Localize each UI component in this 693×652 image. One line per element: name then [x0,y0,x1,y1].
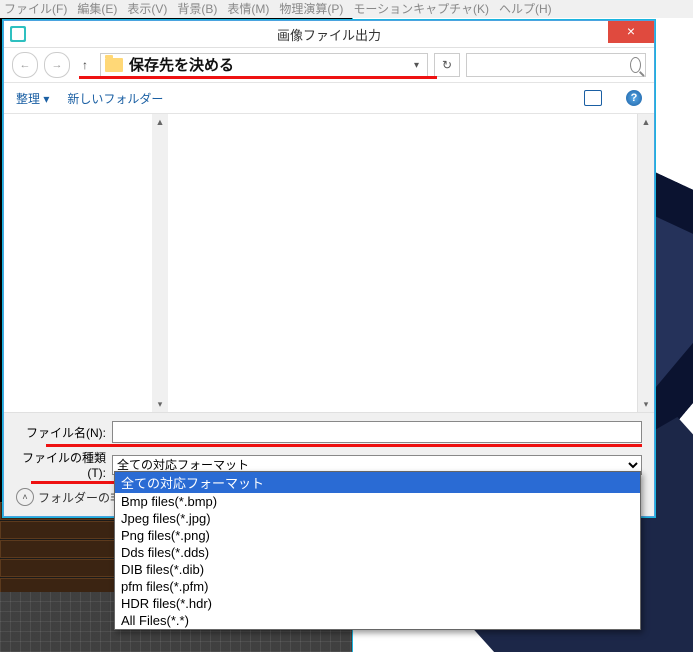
menu-file[interactable]: ファイル(F) [4,0,67,18]
view-mode-button[interactable] [584,90,602,106]
hide-folders-toggle-icon[interactable]: ˄ [16,488,34,506]
menu-edit[interactable]: 編集(E) [77,0,117,18]
filetype-label: ファイルの種類(T): [16,449,112,480]
list-scrollbar[interactable]: ▲ ▾ [637,114,654,412]
filetype-option[interactable]: Jpeg files(*.jpg) [115,510,640,527]
menu-help[interactable]: ヘルプ(H) [499,0,552,18]
dialog-bottom: ファイル名(N): ファイルの種類(T): 全ての対応フォーマット 全ての対応フ… [4,412,654,516]
nav-row: ← → ↑ 保存先を決める ▾ ↻ [4,48,654,83]
file-list-area[interactable]: ▲ ▾ ▲ ▾ [4,114,654,412]
menu-view[interactable]: 表示(V) [127,0,167,18]
save-dialog: 画像ファイル出力 × ← → ↑ 保存先を決める ▾ ↻ 整理 ▾ 新しいフォル… [3,20,655,517]
scroll-down-icon[interactable]: ▾ [638,396,654,412]
path-box[interactable]: 保存先を決める ▾ [100,53,428,77]
app-menubar: ファイル(F) 編集(E) 表示(V) 背景(B) 表情(M) 物理演算(P) … [0,0,693,18]
filetype-dropdown-list[interactable]: 全ての対応フォーマット Bmp files(*.bmp) Jpeg files(… [114,471,641,630]
organize-menu[interactable]: 整理 ▾ [16,90,49,107]
filetype-option[interactable]: DIB files(*.dib) [115,561,640,578]
path-text: 保存先を決める [129,54,234,75]
filetype-option[interactable]: Dds files(*.dds) [115,544,640,561]
filetype-option[interactable]: Png files(*.png) [115,527,640,544]
nav-back-button[interactable]: ← [12,52,38,78]
app-icon [10,26,26,42]
menu-emote[interactable]: 表情(M) [227,0,269,18]
filename-row: ファイル名(N): [16,421,642,443]
filetype-option[interactable]: All Files(*.*) [115,612,640,629]
scroll-down-icon[interactable]: ▾ [152,396,168,412]
filename-label: ファイル名(N): [16,424,112,441]
filetype-option[interactable]: HDR files(*.hdr) [115,595,640,612]
annotation-underline-path [79,76,437,79]
scroll-up-icon[interactable]: ▲ [638,114,654,130]
menu-physics[interactable]: 物理演算(P) [279,0,343,18]
tree-scrollbar[interactable]: ▲ ▾ [152,114,168,412]
path-dropdown-caret[interactable]: ▾ [410,60,423,71]
folder-icon [105,58,123,72]
filetype-option[interactable]: pfm files(*.pfm) [115,578,640,595]
refresh-button[interactable]: ↻ [434,53,460,77]
menu-mocap[interactable]: モーションキャプチャ(K) [353,0,489,18]
help-icon[interactable]: ? [626,90,642,106]
search-box[interactable] [466,53,646,77]
nav-forward-button[interactable]: → [44,52,70,78]
filetype-option[interactable]: Bmp files(*.bmp) [115,493,640,510]
nav-up-button[interactable]: ↑ [76,56,94,74]
toolbar-row: 整理 ▾ 新しいフォルダー ? [4,83,654,114]
dialog-title: 画像ファイル出力 [4,25,654,44]
filename-input[interactable] [112,421,642,443]
close-button[interactable]: × [608,21,654,43]
menu-bg[interactable]: 背景(B) [177,0,217,18]
scroll-up-icon[interactable]: ▲ [152,114,168,130]
new-folder-button[interactable]: 新しいフォルダー [67,90,163,107]
search-icon [630,57,641,73]
filetype-option[interactable]: 全ての対応フォーマット [115,472,640,493]
annotation-underline-filetype [31,481,119,484]
search-input[interactable] [471,57,630,73]
annotation-underline-filename [46,444,642,447]
titlebar: 画像ファイル出力 × [4,21,654,48]
